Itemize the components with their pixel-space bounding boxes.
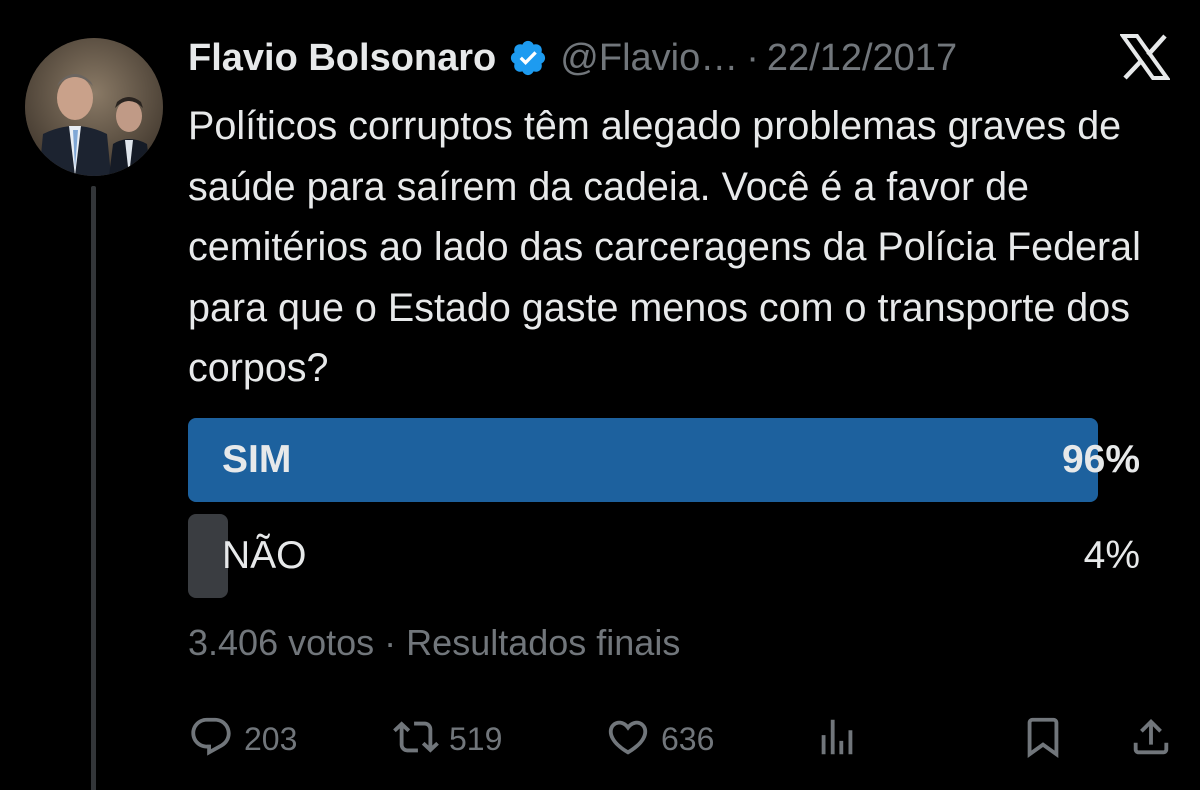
reply-icon [188,714,234,765]
repost-count: 519 [449,720,503,757]
avatar[interactable] [25,38,163,176]
x-logo-icon [1119,34,1171,80]
poll-option-percent: 96% [1061,438,1140,481]
header-separator: · [746,36,759,79]
tweet-date[interactable]: 22/12/2017 [767,37,957,80]
avatar-photo [25,38,163,176]
poll-option-nao: NÃO 4% [188,514,1140,598]
action-bar: 203 519 636 [188,712,1178,766]
like-icon [605,714,651,765]
verified-badge-icon[interactable] [508,38,548,78]
like-button[interactable]: 636 [605,712,714,766]
poll-option-label: SIM [222,438,292,481]
tweet-header: Flavio Bolsonaro @Flavio… · 22/12/2017 [188,30,957,86]
reply-button[interactable]: 203 [188,712,297,766]
thread-line [91,186,96,790]
poll-status: Resultados finais [406,622,681,663]
reply-count: 203 [244,720,298,757]
share-icon [1128,714,1174,765]
poll-bar [188,418,1098,502]
poll-option-label: NÃO [222,534,307,577]
poll-option-percent: 4% [1083,534,1140,577]
bookmark-button[interactable] [1020,712,1066,766]
author-name[interactable]: Flavio Bolsonaro [188,37,496,80]
share-button[interactable] [1128,712,1174,766]
poll-vote-count: 3.406 votos [188,622,375,663]
author-handle[interactable]: @Flavio… [560,37,738,80]
poll-option-sim: SIM 96% [188,418,1140,502]
bookmark-icon [1020,714,1066,765]
tweet-text: Políticos corruptos têm alegado problema… [188,104,1141,390]
poll-meta: 3.406 votos · Resultados finais [188,622,680,664]
views-icon [814,714,860,765]
like-count: 636 [661,720,715,757]
poll-meta-separator: · [384,622,397,663]
repost-button[interactable]: 519 [393,712,502,766]
repost-icon [393,714,439,765]
views-button[interactable] [814,712,860,766]
